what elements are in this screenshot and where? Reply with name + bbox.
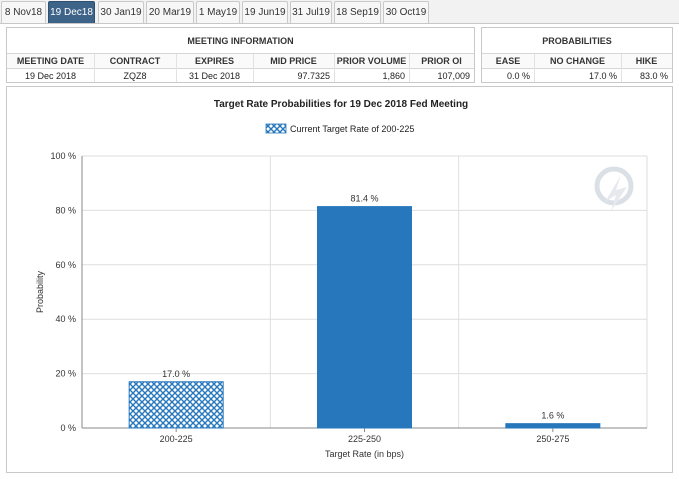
y-tick-label: 80 % xyxy=(55,205,76,215)
bar-200-225 xyxy=(128,381,224,429)
tab-30-oct19[interactable]: 30 Oct19 xyxy=(383,1,429,23)
tab-19-jun19[interactable]: 19 Jun19 xyxy=(242,1,288,23)
y-tick-label: 0 % xyxy=(60,423,76,433)
meeting-column-divider xyxy=(409,54,410,82)
tab-20-mar19[interactable]: 20 Mar19 xyxy=(146,1,194,23)
x-tick-label: 200-225 xyxy=(160,434,193,444)
meeting-value-contract: ZQZ8 xyxy=(123,71,147,81)
bar-data-label: 17.0 % xyxy=(162,369,190,379)
meeting-header-prior-oi: PRIOR OI xyxy=(409,54,474,69)
x-tick-label: 225-250 xyxy=(348,434,381,444)
chart-frame: Target Rate Probabilities for 19 Dec 201… xyxy=(6,86,673,473)
y-tick-label: 100 % xyxy=(50,151,76,161)
probability-column-divider xyxy=(621,54,622,82)
probability-column-divider xyxy=(534,54,535,82)
legend-swatch xyxy=(265,123,287,134)
meeting-tabs: 8 Nov18 19 Dec18 30 Jan19 20 Mar19 1 May19 19… xyxy=(0,0,679,24)
meeting-column-divider xyxy=(253,54,254,82)
probability-value-ease: 0.0 % xyxy=(506,71,530,81)
tab-30-jan19[interactable]: 30 Jan19 xyxy=(98,1,144,23)
meeting-value-mid-price: 97.7325 xyxy=(297,71,330,81)
legend-label: Current Target Rate of 200-225 xyxy=(290,124,414,134)
meeting-header-meeting-date: MEETING DATE xyxy=(7,54,94,69)
probability-value-no-change: 17.0 % xyxy=(588,71,617,81)
probabilities-title: PROBABILITIES xyxy=(482,28,672,54)
bar-data-label: 81.4 % xyxy=(350,194,378,204)
meeting-column-divider xyxy=(94,54,95,82)
tab-19-dec18[interactable]: 19 Dec18 xyxy=(48,1,95,23)
probability-header-no-change: NO CHANGE xyxy=(534,54,621,69)
tab-18-sep19[interactable]: 18 Sep19 xyxy=(334,1,381,23)
watermark-logo xyxy=(594,166,634,211)
meeting-header-expires: EXPIRES xyxy=(176,54,253,69)
meeting-header-contract: CONTRACT xyxy=(94,54,176,69)
meeting-information-title: MEETING INFORMATION xyxy=(7,28,474,54)
meeting-value-meeting-date: 19 Dec 2018 xyxy=(24,71,77,81)
tab-1-may19[interactable]: 1 May19 xyxy=(196,1,240,23)
y-tick-label: 60 % xyxy=(55,260,76,270)
probabilities-panel: PROBABILITIES EASE 0.0 % NO CHANGE 17.0 % HI… xyxy=(481,27,673,83)
meeting-header-prior-volume: PRIOR VOLUME xyxy=(334,54,409,69)
y-tick-label: 40 % xyxy=(55,314,76,324)
bar-225-250 xyxy=(317,206,412,429)
meeting-column-divider xyxy=(334,54,335,82)
bar-data-label: 1.6 % xyxy=(541,411,564,421)
y-tick-label: 20 % xyxy=(55,369,76,379)
y-axis-label: Probability xyxy=(35,270,45,313)
x-axis-label: Target Rate (in bps) xyxy=(325,449,404,459)
meeting-header-mid-price: MID PRICE xyxy=(253,54,334,69)
probability-chart: Target Rate Probabilities for 19 Dec 201… xyxy=(35,99,648,459)
chart-legend: Current Target Rate of 200-225 xyxy=(265,123,414,134)
tab-8-nov18[interactable]: 8 Nov18 xyxy=(1,1,46,23)
meeting-value-prior-oi: 107,009 xyxy=(437,71,470,81)
tab-31-jul19[interactable]: 31 Jul19 xyxy=(290,1,332,23)
meeting-column-divider xyxy=(176,54,177,82)
bar-250-275 xyxy=(505,423,601,429)
meeting-value-prior-volume: 1,860 xyxy=(382,71,405,81)
probability-header-hike: HIKE xyxy=(621,54,672,69)
x-tick-label: 250-275 xyxy=(536,434,569,444)
probability-value-hike: 83.0 % xyxy=(639,71,668,81)
meeting-value-expires: 31 Dec 2018 xyxy=(188,71,241,81)
chart-title: Target Rate Probabilities for 19 Dec 201… xyxy=(214,99,468,110)
probability-header-ease: EASE xyxy=(482,54,534,69)
meeting-information-panel: MEETING INFORMATION MEETING DATE 19 Dec 2… xyxy=(6,27,475,83)
